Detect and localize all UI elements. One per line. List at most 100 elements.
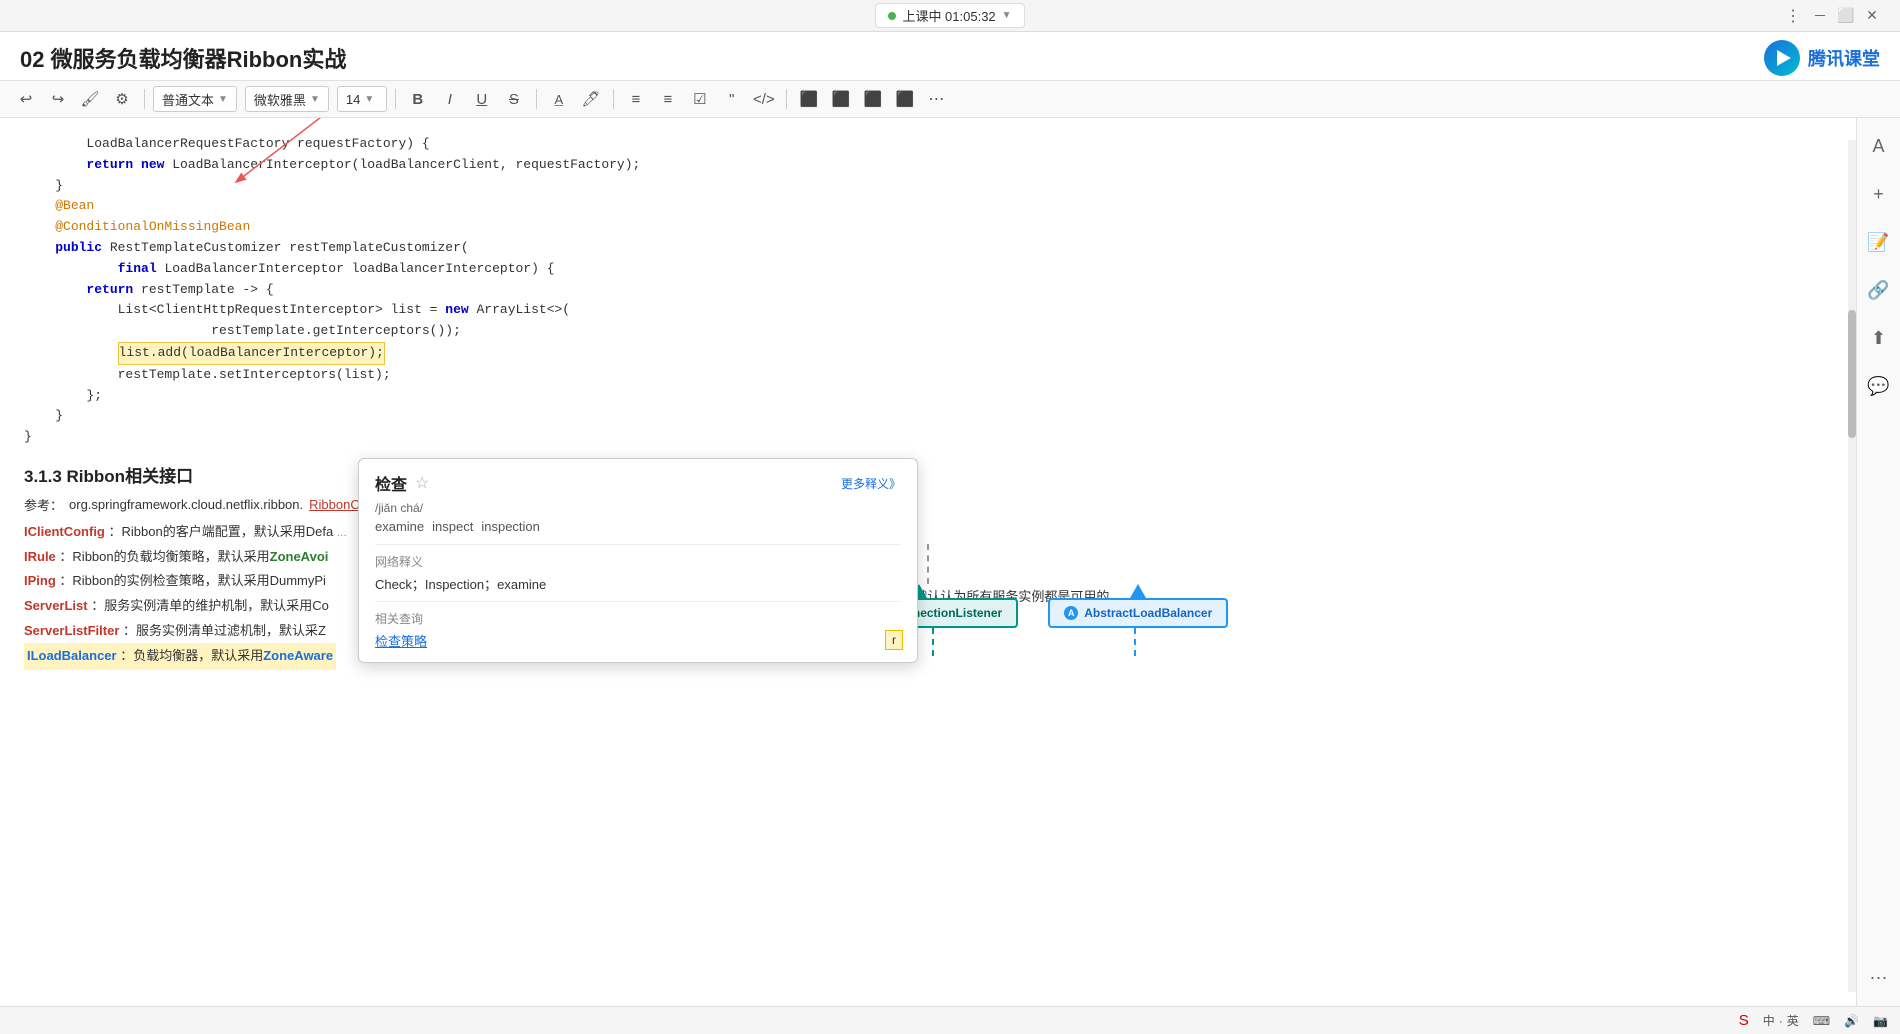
tooltip-related-label: 相关查询 [375,610,901,627]
sep1 [144,89,145,109]
quote-btn[interactable]: " [718,85,746,113]
more-format-btn[interactable]: ⋯ [923,85,951,113]
iface-item-1: IClientConfig ：Ribbon的客户端配置，默认采用Defa ... [24,520,1832,545]
code-line-12: list.add(loadBalancerInterceptor); [24,342,1832,365]
font-type-dropdown[interactable]: 普通文本 ▼ [153,86,237,112]
strikethrough-btn[interactable]: S [500,85,528,113]
logo-text: 腾讯课堂 [1808,45,1880,71]
editor-wrapper: LoadBalancerRequestFactory requestFactor… [0,118,1856,1006]
sidebar-upload-btn[interactable]: ⬆ [1863,322,1895,354]
node-3-label: AbstractLoadBalancer [1084,606,1212,620]
bottom-item-camera[interactable]: 📷 [1873,1014,1888,1028]
underline-btn[interactable]: U [468,85,496,113]
code-line-13: restTemplate.setInterceptors(list); [24,365,1832,386]
ref-label: 参考： [24,495,63,514]
font-family-label: 微软雅黑 [254,90,306,109]
diagram-arrow-3 [1130,584,1146,598]
sidebar-notes-btn[interactable]: 📝 [1863,226,1895,258]
ref-line: 参考： org.springframework.cloud.netflix.ri… [24,495,1832,514]
status-bar[interactable]: 上课中 01:05:32 ▼ [875,3,1024,28]
font-size-dropdown[interactable]: 14 ▼ [337,86,387,112]
undo-btn[interactable]: ↩ [12,85,40,113]
code-line-15: } [24,406,1832,427]
ol-btn[interactable]: ≡ [654,85,682,113]
scroll-thumb[interactable] [1848,310,1856,438]
sound-icon: 🔊 [1844,1014,1859,1028]
bottom-item-ime[interactable]: 中 · 英 [1763,1012,1799,1029]
align-right-btn[interactable]: ⬛ [859,85,887,113]
format-btn[interactable]: ⚙ [108,85,136,113]
toolbar: ↩ ↪ 🖌 ⚙ 普通文本 ▼ 微软雅黑 ▼ 14 ▼ B I U S A 🖊 ≡… [0,80,1900,118]
dashed-line-3 [1134,628,1136,656]
tooltip-query-result: r [885,630,903,650]
indent-btn[interactable]: ⬛ [891,85,919,113]
sep5 [786,89,787,109]
more-options-btn[interactable]: ⋮ [1786,8,1802,24]
tooltip-syn-inspect[interactable]: inspect [432,519,473,534]
maximize-btn[interactable]: ⬜ [1838,8,1854,24]
code-btn[interactable]: </> [750,85,778,113]
tooltip-more-btn[interactable]: 更多释义》 [841,475,901,492]
status-dropdown-icon[interactable]: ▼ [1002,10,1012,21]
diagram-dashed-line-top [927,544,929,584]
bottom-item-keyboard[interactable]: ⌨ [1813,1014,1830,1028]
tooltip-network-def: Check；Inspection；examine [375,574,901,593]
minimize-btn[interactable]: － [1812,8,1828,24]
font-color-btn[interactable]: A [545,85,573,113]
bottom-ime-en: 英 [1787,1012,1799,1029]
ul-btn[interactable]: ≡ [622,85,650,113]
diagram-node-3: A AbstractLoadBalancer [1048,598,1228,628]
font-family-dropdown[interactable]: 微软雅黑 ▼ [245,86,329,112]
sidebar-more-btn[interactable]: ⋯ [1863,962,1895,994]
tooltip-syn-examine[interactable]: examine [375,519,424,534]
logo-play-icon [1777,50,1791,66]
bottom-dot-sep: · [1779,1014,1783,1028]
bottom-item-sound[interactable]: 🔊 [1844,1014,1859,1028]
tooltip-word: 检查 [375,471,407,495]
diagram-section: I IClientConfigAware I PrimeConnectionLi… [0,544,1856,656]
iface-name-1: IClientConfig [24,524,105,539]
font-family-arrow: ▼ [310,94,320,105]
right-sidebar: A + 📝 🔗 ⬆ 💬 ⋯ [1856,118,1900,1006]
dashed-line-2 [932,628,934,656]
logo-area: 腾讯课堂 [1764,40,1880,76]
redo-btn[interactable]: ↪ [44,85,72,113]
code-line-8: final LoadBalancerInterceptor loadBalanc… [24,259,1832,280]
checkbox-btn[interactable]: ☑ [686,85,714,113]
scroll-indicator[interactable] [1848,140,1856,992]
italic-btn[interactable]: I [436,85,464,113]
iface-overflow-1: ... [337,525,347,539]
font-size-label: 14 [346,92,360,107]
close-btn[interactable]: ✕ [1864,8,1880,24]
logo-icon [1764,40,1800,76]
camera-icon: 📷 [1873,1014,1888,1028]
tooltip-divider-2 [375,601,901,602]
main-content: LoadBalancerRequestFactory requestFactor… [0,118,1900,1006]
status-dot [888,12,896,20]
diagram-node-3-col: A AbstractLoadBalancer [1048,584,1228,628]
tooltip-related-link[interactable]: 检查策略 [375,634,427,649]
annotation-arrow-svg [144,118,464,236]
status-text: 上课中 01:05:32 [902,6,995,25]
bold-btn[interactable]: B [404,85,432,113]
align-left-btn[interactable]: ⬛ [795,85,823,113]
sidebar-plus-btn[interactable]: + [1863,178,1895,210]
ref-url: org.springframework.cloud.netflix.ribbon… [69,497,303,512]
sidebar-comment-btn[interactable]: 💬 [1863,370,1895,402]
code-line-14: }; [24,386,1832,407]
tooltip-phonetic: /jiǎn chá/ [375,501,901,515]
node-3-icon: A [1064,606,1078,620]
highlight-btn[interactable]: 🖊 [577,85,605,113]
code-line-11: restTemplate.getInterceptors()); [24,321,1832,342]
code-line-10: List<ClientHttpRequestInterceptor> list … [24,300,1832,321]
align-center-btn[interactable]: ⬛ [827,85,855,113]
tooltip-syn-inspection[interactable]: inspection [481,519,540,534]
sep4 [613,89,614,109]
paint-btn[interactable]: 🖌 [76,85,104,113]
sep2 [395,89,396,109]
editor-area[interactable]: LoadBalancerRequestFactory requestFactor… [0,118,1856,686]
sidebar-font-btn[interactable]: A [1863,130,1895,162]
sidebar-share-btn[interactable]: 🔗 [1863,274,1895,306]
font-type-label: 普通文本 [162,90,214,109]
tooltip-star-btn[interactable]: ☆ [415,473,429,493]
